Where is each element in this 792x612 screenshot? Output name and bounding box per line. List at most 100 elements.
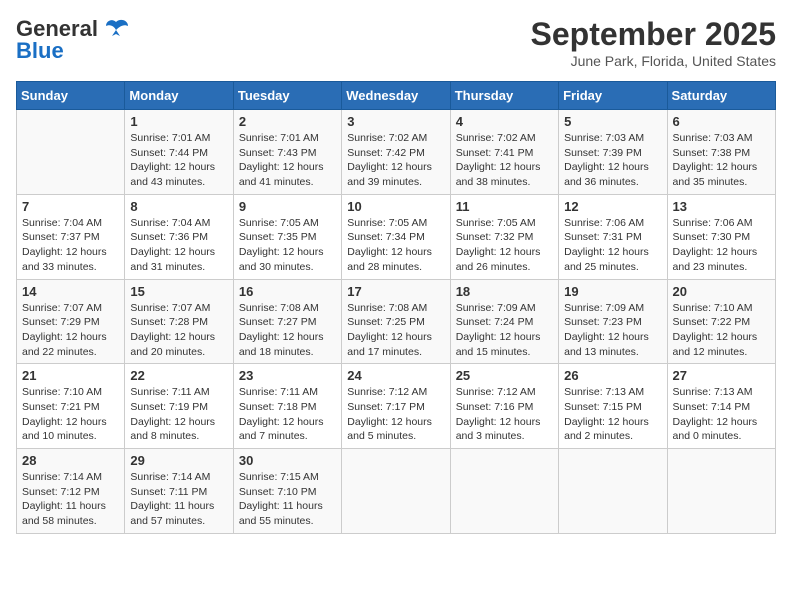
calendar-cell: 23 Sunrise: 7:11 AM Sunset: 7:18 PM Dayli… (233, 364, 341, 449)
day-number: 25 (456, 368, 553, 383)
day-number: 27 (673, 368, 770, 383)
day-info: Sunrise: 7:12 AM Sunset: 7:16 PM Dayligh… (456, 385, 553, 444)
day-info: Sunrise: 7:05 AM Sunset: 7:34 PM Dayligh… (347, 216, 444, 275)
col-header-wednesday: Wednesday (342, 82, 450, 110)
col-header-thursday: Thursday (450, 82, 558, 110)
day-number: 19 (564, 284, 661, 299)
day-info: Sunrise: 7:02 AM Sunset: 7:41 PM Dayligh… (456, 131, 553, 190)
calendar-cell: 16Sunrise: 7:08 AM Sunset: 7:27 PM Dayli… (233, 279, 341, 364)
title-block: September 2025 June Park, Florida, Unite… (531, 16, 776, 69)
calendar-cell (559, 449, 667, 534)
day-info: Sunrise: 7:03 AM Sunset: 7:39 PM Dayligh… (564, 131, 661, 190)
calendar-cell: 4 Sunrise: 7:02 AM Sunset: 7:41 PM Daylig… (450, 110, 558, 195)
day-number: 15 (130, 284, 227, 299)
day-info: Sunrise: 7:03 AM Sunset: 7:38 PM Dayligh… (673, 131, 770, 190)
day-number: 13 (673, 199, 770, 214)
day-number: 20 (673, 284, 770, 299)
day-number: 16 (239, 284, 336, 299)
day-number: 18 (456, 284, 553, 299)
col-header-friday: Friday (559, 82, 667, 110)
day-number: 23 (239, 368, 336, 383)
day-info: Sunrise: 7:10 AM Sunset: 7:21 PM Dayligh… (22, 385, 119, 444)
calendar-cell: 5 Sunrise: 7:03 AM Sunset: 7:39 PM Daylig… (559, 110, 667, 195)
day-info: Sunrise: 7:06 AM Sunset: 7:31 PM Dayligh… (564, 216, 661, 275)
day-number: 26 (564, 368, 661, 383)
calendar-cell: 17Sunrise: 7:08 AM Sunset: 7:25 PM Dayli… (342, 279, 450, 364)
day-number: 3 (347, 114, 444, 129)
week-row-1: 1 Sunrise: 7:01 AM Sunset: 7:44 PM Daylig… (17, 110, 776, 195)
day-info: Sunrise: 7:04 AM Sunset: 7:36 PM Dayligh… (130, 216, 227, 275)
day-info: Sunrise: 7:01 AM Sunset: 7:43 PM Dayligh… (239, 131, 336, 190)
day-info: Sunrise: 7:09 AM Sunset: 7:23 PM Dayligh… (564, 301, 661, 360)
calendar-cell: 22Sunrise: 7:11 AM Sunset: 7:19 PM Dayli… (125, 364, 233, 449)
day-number: 4 (456, 114, 553, 129)
day-number: 29 (130, 453, 227, 468)
calendar-cell: 10 Sunrise: 7:05 AM Sunset: 7:34 PM Dayli… (342, 194, 450, 279)
day-number: 30 (239, 453, 336, 468)
day-number: 14 (22, 284, 119, 299)
calendar-cell: 20 Sunrise: 7:10 AM Sunset: 7:22 PM Dayli… (667, 279, 775, 364)
day-number: 10 (347, 199, 444, 214)
day-info: Sunrise: 7:01 AM Sunset: 7:44 PM Dayligh… (130, 131, 227, 190)
calendar-cell: 7 Sunrise: 7:04 AM Sunset: 7:37 PM Daylig… (17, 194, 125, 279)
week-row-3: 14 Sunrise: 7:07 AM Sunset: 7:29 PM Dayli… (17, 279, 776, 364)
page-title: September 2025 (531, 16, 776, 53)
calendar-cell (667, 449, 775, 534)
day-number: 24 (347, 368, 444, 383)
day-number: 1 (130, 114, 227, 129)
day-info: Sunrise: 7:14 AM Sunset: 7:11 PM Dayligh… (130, 470, 227, 529)
calendar-cell: 27 Sunrise: 7:13 AM Sunset: 7:14 PM Dayli… (667, 364, 775, 449)
calendar-cell: 2 Sunrise: 7:01 AM Sunset: 7:43 PM Daylig… (233, 110, 341, 195)
day-info: Sunrise: 7:13 AM Sunset: 7:14 PM Dayligh… (673, 385, 770, 444)
calendar-cell (450, 449, 558, 534)
day-number: 28 (22, 453, 119, 468)
day-info: Sunrise: 7:10 AM Sunset: 7:22 PM Dayligh… (673, 301, 770, 360)
calendar-cell: 12 Sunrise: 7:06 AM Sunset: 7:31 PM Dayli… (559, 194, 667, 279)
day-info: Sunrise: 7:09 AM Sunset: 7:24 PM Dayligh… (456, 301, 553, 360)
day-info: Sunrise: 7:07 AM Sunset: 7:28 PM Dayligh… (130, 301, 227, 360)
calendar-cell: 13 Sunrise: 7:06 AM Sunset: 7:30 PM Dayli… (667, 194, 775, 279)
day-info: Sunrise: 7:05 AM Sunset: 7:32 PM Dayligh… (456, 216, 553, 275)
calendar-cell: 1 Sunrise: 7:01 AM Sunset: 7:44 PM Daylig… (125, 110, 233, 195)
day-number: 6 (673, 114, 770, 129)
day-info: Sunrise: 7:05 AM Sunset: 7:35 PM Dayligh… (239, 216, 336, 275)
col-header-tuesday: Tuesday (233, 82, 341, 110)
day-number: 8 (130, 199, 227, 214)
page-header: General Blue September 2025 June Park, F… (16, 16, 776, 69)
col-header-sunday: Sunday (17, 82, 125, 110)
day-number: 2 (239, 114, 336, 129)
day-info: Sunrise: 7:02 AM Sunset: 7:42 PM Dayligh… (347, 131, 444, 190)
day-info: Sunrise: 7:11 AM Sunset: 7:18 PM Dayligh… (239, 385, 336, 444)
day-number: 5 (564, 114, 661, 129)
calendar-cell: 8 Sunrise: 7:04 AM Sunset: 7:36 PM Daylig… (125, 194, 233, 279)
calendar-table: SundayMondayTuesdayWednesdayThursdayFrid… (16, 81, 776, 534)
page-subtitle: June Park, Florida, United States (531, 53, 776, 69)
day-number: 17 (347, 284, 444, 299)
calendar-cell: 28Sunrise: 7:14 AM Sunset: 7:12 PM Dayli… (17, 449, 125, 534)
calendar-cell (342, 449, 450, 534)
logo: General Blue (16, 16, 130, 64)
day-number: 12 (564, 199, 661, 214)
day-info: Sunrise: 7:06 AM Sunset: 7:30 PM Dayligh… (673, 216, 770, 275)
day-number: 7 (22, 199, 119, 214)
week-row-5: 28Sunrise: 7:14 AM Sunset: 7:12 PM Dayli… (17, 449, 776, 534)
calendar-header-row: SundayMondayTuesdayWednesdayThursdayFrid… (17, 82, 776, 110)
calendar-cell: 19 Sunrise: 7:09 AM Sunset: 7:23 PM Dayli… (559, 279, 667, 364)
calendar-cell: 30 Sunrise: 7:15 AM Sunset: 7:10 PM Dayli… (233, 449, 341, 534)
day-number: 21 (22, 368, 119, 383)
col-header-saturday: Saturday (667, 82, 775, 110)
week-row-2: 7 Sunrise: 7:04 AM Sunset: 7:37 PM Daylig… (17, 194, 776, 279)
day-info: Sunrise: 7:04 AM Sunset: 7:37 PM Dayligh… (22, 216, 119, 275)
calendar-cell: 11 Sunrise: 7:05 AM Sunset: 7:32 PM Dayli… (450, 194, 558, 279)
calendar-cell (17, 110, 125, 195)
day-info: Sunrise: 7:12 AM Sunset: 7:17 PM Dayligh… (347, 385, 444, 444)
calendar-cell: 29 Sunrise: 7:14 AM Sunset: 7:11 PM Dayli… (125, 449, 233, 534)
calendar-cell: 18 Sunrise: 7:09 AM Sunset: 7:24 PM Dayli… (450, 279, 558, 364)
day-info: Sunrise: 7:11 AM Sunset: 7:19 PM Dayligh… (130, 385, 227, 444)
day-number: 11 (456, 199, 553, 214)
day-info: Sunrise: 7:07 AM Sunset: 7:29 PM Dayligh… (22, 301, 119, 360)
calendar-cell: 6 Sunrise: 7:03 AM Sunset: 7:38 PM Daylig… (667, 110, 775, 195)
day-info: Sunrise: 7:15 AM Sunset: 7:10 PM Dayligh… (239, 470, 336, 529)
logo-blue: Blue (16, 38, 64, 64)
calendar-cell: 24 Sunrise: 7:12 AM Sunset: 7:17 PM Dayli… (342, 364, 450, 449)
